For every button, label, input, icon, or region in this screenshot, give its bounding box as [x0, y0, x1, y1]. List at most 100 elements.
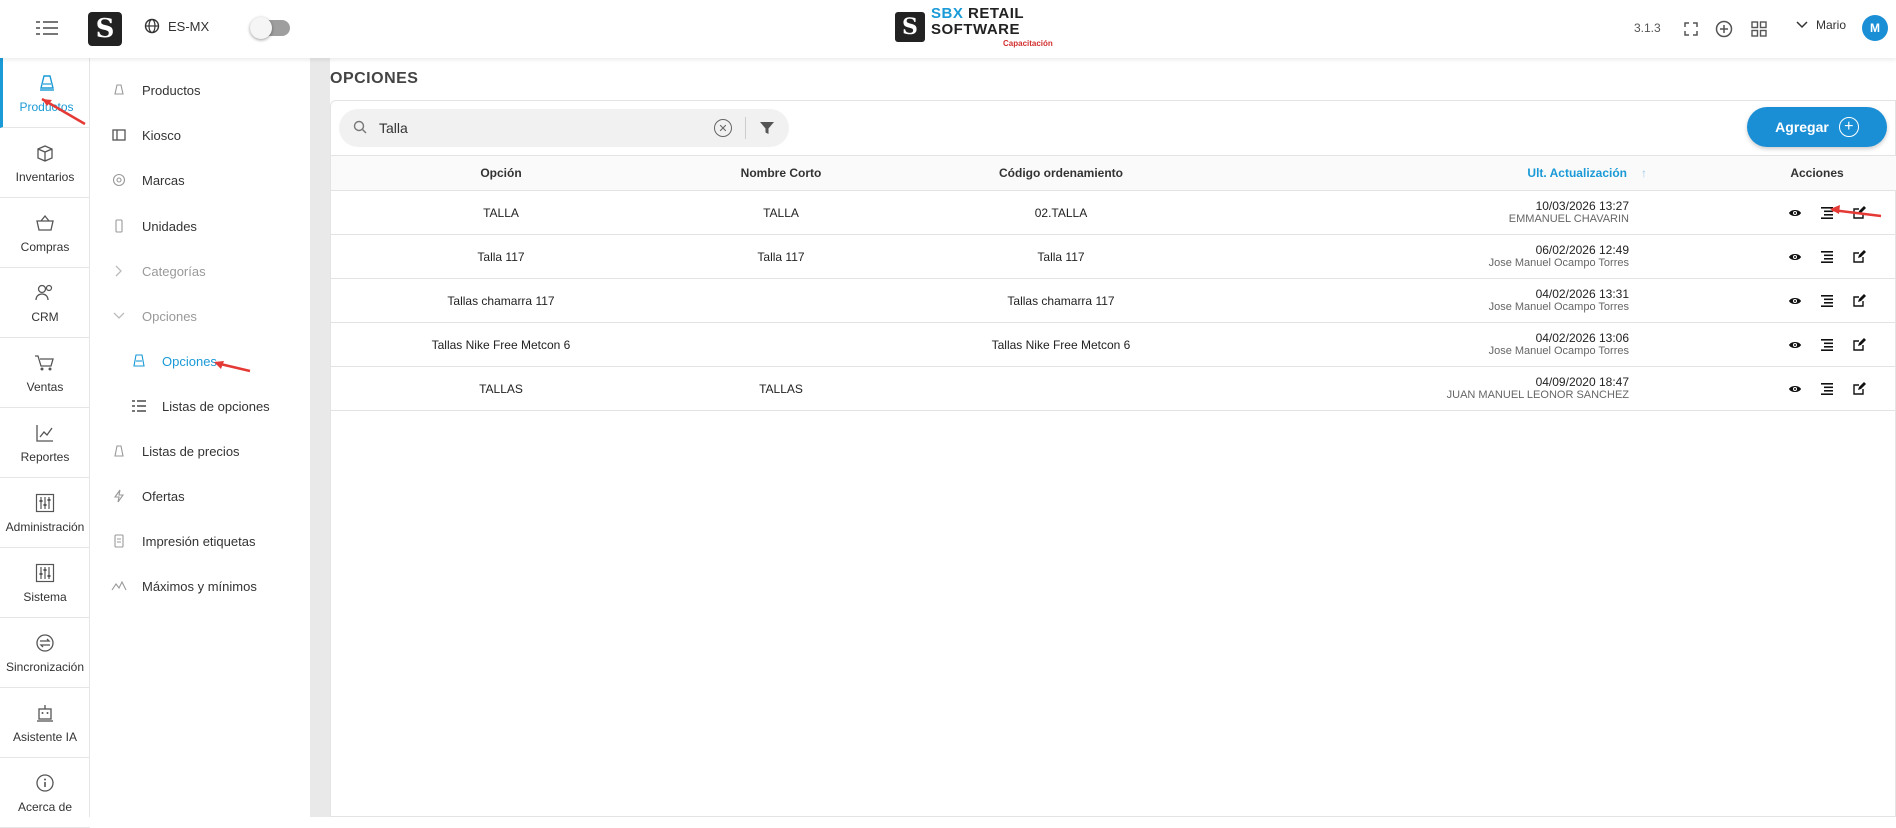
- cell-opcion: Tallas chamarra 117: [447, 293, 555, 308]
- filter-icon[interactable]: [759, 120, 775, 136]
- nav-item-asistente-ia[interactable]: Asistente IA: [0, 688, 90, 758]
- edit-icon[interactable]: [1852, 338, 1866, 352]
- options-icon: [130, 352, 148, 370]
- details-list-icon[interactable]: [1820, 250, 1834, 264]
- update-user: Jose Manuel Ocampo Torres: [1488, 345, 1629, 358]
- search-input[interactable]: [379, 120, 679, 136]
- nav-item-administracion[interactable]: Administración: [0, 478, 90, 548]
- submenu-item-listas-de-opciones[interactable]: Listas de opciones: [90, 388, 310, 424]
- list-icon: [130, 397, 148, 415]
- update-date: 10/03/2026 13:27: [1535, 198, 1629, 213]
- submenu-label: Marcas: [142, 172, 185, 188]
- column-header-nombre-corto[interactable]: Nombre Corto: [671, 156, 891, 191]
- nav-label: Administración: [5, 519, 85, 534]
- cell-nombre-corto: TALLAS: [759, 381, 803, 396]
- menu-icon[interactable]: [36, 16, 58, 40]
- search-icon: [353, 120, 367, 137]
- language-selector[interactable]: ES-MX: [144, 18, 209, 34]
- user-menu[interactable]: Mario: [1796, 18, 1846, 32]
- nav-item-acerca-de[interactable]: Acerca de: [0, 758, 90, 828]
- nav-item-compras[interactable]: Compras: [0, 198, 90, 268]
- view-icon[interactable]: [1788, 250, 1802, 264]
- cell-nombre-corto: [671, 323, 891, 367]
- sliders-icon: [33, 492, 57, 514]
- panel-divider: [310, 58, 330, 817]
- view-icon[interactable]: [1788, 294, 1802, 308]
- cart-icon: [33, 352, 57, 374]
- table-row[interactable]: Talla 117 Talla 117 Talla 117 06/02/2026 12…: [331, 235, 1896, 279]
- products-icon: [110, 81, 128, 99]
- nav-label: Sincronización: [5, 659, 85, 674]
- cell-nombre-corto: Talla 117: [757, 249, 805, 264]
- cell-ult-actualizacion: 04/02/2026 13:06 Jose Manuel Ocampo Torre…: [1231, 323, 1737, 367]
- details-list-icon[interactable]: [1820, 294, 1834, 308]
- submenu-label: Máximos y mínimos: [142, 578, 257, 594]
- view-icon[interactable]: [1788, 206, 1802, 220]
- brand-mark: S: [895, 12, 925, 42]
- nav-label: Reportes: [20, 449, 70, 464]
- cell-codigo: Tallas chamarra 117: [1007, 293, 1115, 308]
- submenu-label: Kiosco: [142, 127, 182, 143]
- cell-ult-actualizacion: 04/09/2020 18:47 JUAN MANUEL LEONOR SANCH…: [1231, 367, 1737, 411]
- basket-icon: [33, 212, 57, 234]
- apps-grid-icon[interactable]: [1748, 18, 1770, 40]
- table-row[interactable]: Tallas Nike Free Metcon 6 Tallas Nike Fre…: [331, 323, 1896, 367]
- column-header-ult-actualizacion[interactable]: Ult. Actualización ↑: [1231, 156, 1737, 191]
- theme-toggle[interactable]: [250, 17, 290, 39]
- edit-icon[interactable]: [1852, 382, 1866, 396]
- nav-item-sistema[interactable]: Sistema: [0, 548, 90, 618]
- toggle-knob: [250, 17, 272, 39]
- submenu-item-opciones[interactable]: Opciones: [90, 343, 310, 379]
- app-logo[interactable]: S: [88, 12, 122, 46]
- cell-ult-actualizacion: 10/03/2026 13:27 EMMANUEL CHAVARIN: [1231, 191, 1737, 235]
- add-button[interactable]: Agregar +: [1747, 107, 1887, 147]
- table-row[interactable]: TALLA TALLA 02.TALLA 10/03/2026 13:27 EMMANU…: [331, 191, 1896, 235]
- column-header-codigo[interactable]: Código ordenamiento: [891, 156, 1231, 191]
- table-row[interactable]: TALLAS TALLAS 04/09/2020 18:47 JUAN MANUEL …: [331, 367, 1896, 411]
- update-user: JUAN MANUEL LEONOR SANCHEZ: [1446, 389, 1629, 402]
- cell-codigo: [891, 367, 1231, 411]
- submenu-item-marcas[interactable]: Marcas: [90, 162, 310, 198]
- chevron-down-icon: [1796, 21, 1808, 29]
- submenu-label: Listas de opciones: [162, 398, 270, 414]
- fullscreen-icon[interactable]: [1680, 18, 1702, 40]
- submenu-item-maximos-y-minimos[interactable]: Máximos y mínimos: [90, 568, 310, 604]
- update-date: 04/02/2026 13:31: [1535, 286, 1629, 301]
- details-list-icon[interactable]: [1820, 382, 1834, 396]
- users-icon: [33, 282, 57, 304]
- locale-label: ES-MX: [168, 18, 210, 34]
- submenu-item-listas-de-precios[interactable]: Listas de precios: [90, 433, 310, 469]
- nav-item-reportes[interactable]: Reportes: [0, 408, 90, 478]
- products-submenu: Productos Kiosco Marcas Unidades Categor…: [90, 58, 310, 817]
- avatar[interactable]: M: [1862, 15, 1888, 41]
- nav-label: Asistente IA: [12, 729, 78, 744]
- submenu-item-categorias[interactable]: Categorías: [90, 253, 310, 289]
- column-header-opcion[interactable]: Opción: [331, 156, 671, 191]
- submenu-item-kiosco[interactable]: Kiosco: [90, 117, 310, 153]
- brand-subtitle: Capacitación: [1003, 39, 1053, 48]
- nav-item-crm[interactable]: CRM: [0, 268, 90, 338]
- details-list-icon[interactable]: [1820, 338, 1834, 352]
- column-header-label: Ult. Actualización: [1527, 166, 1627, 180]
- submenu-item-opciones-group[interactable]: Opciones: [90, 298, 310, 334]
- cell-opcion: TALLAS: [479, 381, 523, 396]
- nav-item-inventarios[interactable]: Inventarios: [0, 128, 90, 198]
- submenu-item-productos[interactable]: Productos: [90, 72, 310, 108]
- submenu-item-impresion-etiquetas[interactable]: Impresión etiquetas: [90, 523, 310, 559]
- submenu-item-unidades[interactable]: Unidades: [90, 208, 310, 244]
- submenu-item-ofertas[interactable]: Ofertas: [90, 478, 310, 514]
- cell-acciones: [1737, 367, 1896, 411]
- cell-opcion: TALLA: [483, 205, 519, 220]
- clear-search-icon[interactable]: ✕: [714, 119, 732, 137]
- edit-icon[interactable]: [1852, 250, 1866, 264]
- edit-icon[interactable]: [1852, 294, 1866, 308]
- nav-item-ventas[interactable]: Ventas: [0, 338, 90, 408]
- sync-status-icon[interactable]: [1713, 18, 1735, 40]
- table-row[interactable]: Tallas chamarra 117 Tallas chamarra 117 04…: [331, 279, 1896, 323]
- submenu-label: Productos: [142, 82, 201, 98]
- sync-icon: [33, 632, 57, 654]
- nav-item-sincronizacion[interactable]: Sincronización: [0, 618, 90, 688]
- offer-icon: [110, 487, 128, 505]
- view-icon[interactable]: [1788, 338, 1802, 352]
- view-icon[interactable]: [1788, 382, 1802, 396]
